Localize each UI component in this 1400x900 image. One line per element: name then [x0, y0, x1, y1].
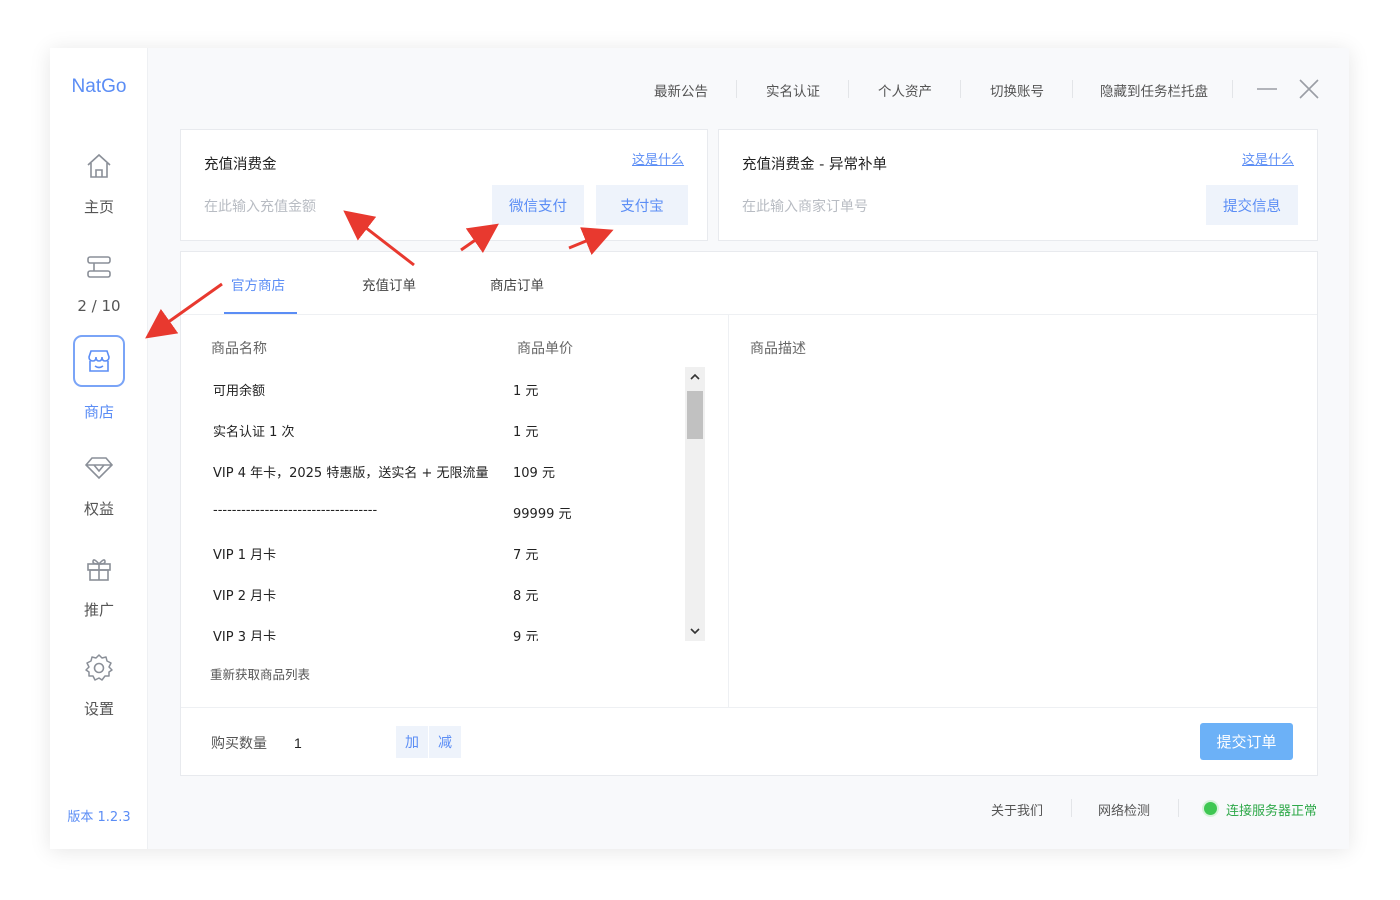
hide-to-tray-link[interactable]: 隐藏到任务栏托盘 — [1100, 80, 1208, 100]
assets-link[interactable]: 个人资产 — [878, 80, 932, 100]
refresh-product-list-link[interactable]: 重新获取商品列表 — [210, 664, 310, 683]
top-bar: 最新公告 实名认证 个人资产 切换账号 隐藏到任务栏托盘 — [148, 48, 1349, 128]
tab-store-orders[interactable]: 商店订单 — [490, 274, 544, 294]
wechat-pay-button[interactable]: 微信支付 — [492, 185, 584, 225]
store-panel: 官方商店 充值订单 商店订单 商品名称 商品单价 可用余额 1 元 实名认证 1… — [180, 251, 1318, 776]
gear-icon — [73, 642, 125, 694]
minimize-icon — [1257, 88, 1277, 90]
merchant-order-input[interactable] — [742, 194, 1042, 218]
divider — [728, 315, 729, 707]
sidebar-item-shop[interactable]: 商店 — [50, 335, 148, 425]
sidebar-item-home[interactable]: 主页 — [50, 140, 148, 230]
sidebar-item-label: 设置 — [83, 700, 114, 718]
divider — [960, 80, 961, 98]
table-row[interactable]: 可用余额 1 元 — [181, 367, 681, 408]
close-icon — [1299, 79, 1319, 99]
column-header-name: 商品名称 — [211, 341, 267, 357]
product-price: 7 元 — [513, 548, 539, 563]
decrease-button[interactable]: 减 — [429, 726, 461, 758]
product-list-scrollbar[interactable] — [685, 367, 705, 641]
product-name: VIP 2 月卡 — [213, 589, 277, 604]
recharge-card: 充值消费金 这是什么 微信支付 支付宝 — [180, 129, 708, 241]
sidebar: NatGo 主页 2 / 10 商店 权益 推广 设置 版本 1.2.3 — [50, 48, 148, 849]
brand-logo: NatGo — [71, 76, 127, 97]
sidebar-item-label: 2 / 10 — [77, 297, 121, 315]
sidebar-item-servers[interactable]: 2 / 10 — [50, 241, 148, 331]
about-us-link[interactable]: 关于我们 — [991, 800, 1043, 819]
submit-info-button[interactable]: 提交信息 — [1206, 185, 1298, 225]
product-name: ----------------------------------- — [213, 503, 378, 518]
product-price: 8 元 — [513, 589, 539, 604]
tab-official-store[interactable]: 官方商店 — [231, 274, 285, 294]
sidebar-item-settings[interactable]: 设置 — [50, 642, 148, 732]
divider — [181, 707, 1317, 708]
chevron-down-icon — [690, 628, 700, 635]
minimize-button[interactable] — [1254, 76, 1280, 102]
product-price: 109 元 — [513, 466, 555, 481]
scrollbar-thumb[interactable] — [687, 391, 703, 439]
quantity-label: 购买数量 — [211, 736, 267, 752]
recharge-amount-input[interactable] — [204, 194, 464, 218]
table-row[interactable]: VIP 2 月卡 8 元 — [181, 572, 681, 613]
product-price: 1 元 — [513, 384, 539, 399]
divider — [848, 80, 849, 98]
product-name: 可用余额 — [213, 384, 266, 399]
column-header-price: 商品单价 — [517, 341, 573, 357]
quantity-input[interactable] — [294, 731, 384, 755]
scroll-down-arrow[interactable] — [685, 621, 705, 641]
product-name: VIP 4 年卡，2025 特惠版，送实名 + 无限流量 — [213, 466, 489, 481]
version-label: 版本 1.2.3 — [67, 810, 131, 825]
table-row[interactable]: VIP 3 月卡 9 元 — [181, 613, 681, 641]
makeup-order-card: 充值消费金 - 异常补单 这是什么 提交信息 — [718, 129, 1318, 241]
server-icon — [73, 241, 125, 293]
divider — [736, 80, 737, 98]
product-price: 1 元 — [513, 425, 539, 440]
tab-recharge-orders[interactable]: 充值订单 — [362, 274, 416, 294]
network-check-link[interactable]: 网络检测 — [1098, 800, 1150, 819]
recharge-help-link[interactable]: 这是什么 — [632, 149, 684, 168]
divider — [1232, 80, 1233, 98]
home-icon — [73, 140, 125, 192]
product-name: VIP 1 月卡 — [213, 548, 277, 563]
sidebar-item-label: 主页 — [83, 198, 114, 216]
sidebar-item-benefits[interactable]: 权益 — [50, 442, 148, 532]
chevron-up-icon — [690, 373, 700, 380]
sidebar-item-label: 权益 — [83, 500, 114, 518]
product-name: VIP 3 月卡 — [213, 630, 277, 641]
sidebar-item-label: 商店 — [83, 403, 114, 421]
sidebar-item-promotion[interactable]: 推广 — [50, 543, 148, 633]
gift-icon — [73, 543, 125, 595]
close-button[interactable] — [1296, 76, 1322, 102]
makeup-help-link[interactable]: 这是什么 — [1242, 149, 1294, 168]
increase-button[interactable]: 加 — [396, 726, 428, 758]
connection-status: 连接服务器正常 — [1226, 804, 1318, 819]
scroll-up-arrow[interactable] — [685, 367, 705, 387]
table-row[interactable]: ----------------------------------- 9999… — [181, 490, 681, 531]
table-row[interactable]: VIP 4 年卡，2025 特惠版，送实名 + 无限流量 109 元 — [181, 449, 681, 490]
submit-order-button[interactable]: 提交订单 — [1200, 723, 1293, 760]
product-price: 9 元 — [513, 630, 539, 641]
product-list: 可用余额 1 元 实名认证 1 次 1 元 VIP 4 年卡，2025 特惠版，… — [181, 367, 707, 641]
app-window: NatGo 主页 2 / 10 商店 权益 推广 设置 版本 1.2.3 最新公… — [50, 48, 1349, 849]
product-name: 实名认证 1 次 — [213, 425, 295, 440]
real-name-link[interactable]: 实名认证 — [766, 80, 820, 100]
makeup-title: 充值消费金 - 异常补单 — [742, 157, 887, 173]
column-header-description: 商品描述 — [750, 341, 806, 357]
sidebar-item-label: 推广 — [83, 601, 114, 619]
divider — [1178, 799, 1179, 817]
table-row[interactable]: 实名认证 1 次 1 元 — [181, 408, 681, 449]
alipay-button[interactable]: 支付宝 — [596, 185, 688, 225]
announcements-link[interactable]: 最新公告 — [654, 80, 708, 100]
recharge-title: 充值消费金 — [204, 157, 277, 173]
table-row[interactable]: VIP 1 月卡 7 元 — [181, 531, 681, 572]
divider — [181, 314, 1317, 315]
diamond-icon — [73, 442, 125, 494]
product-price: 99999 元 — [513, 507, 572, 522]
divider — [1072, 80, 1073, 98]
switch-account-link[interactable]: 切换账号 — [990, 80, 1044, 100]
status-indicator-icon — [1204, 802, 1217, 815]
divider — [1071, 799, 1072, 817]
shop-icon — [73, 335, 125, 387]
